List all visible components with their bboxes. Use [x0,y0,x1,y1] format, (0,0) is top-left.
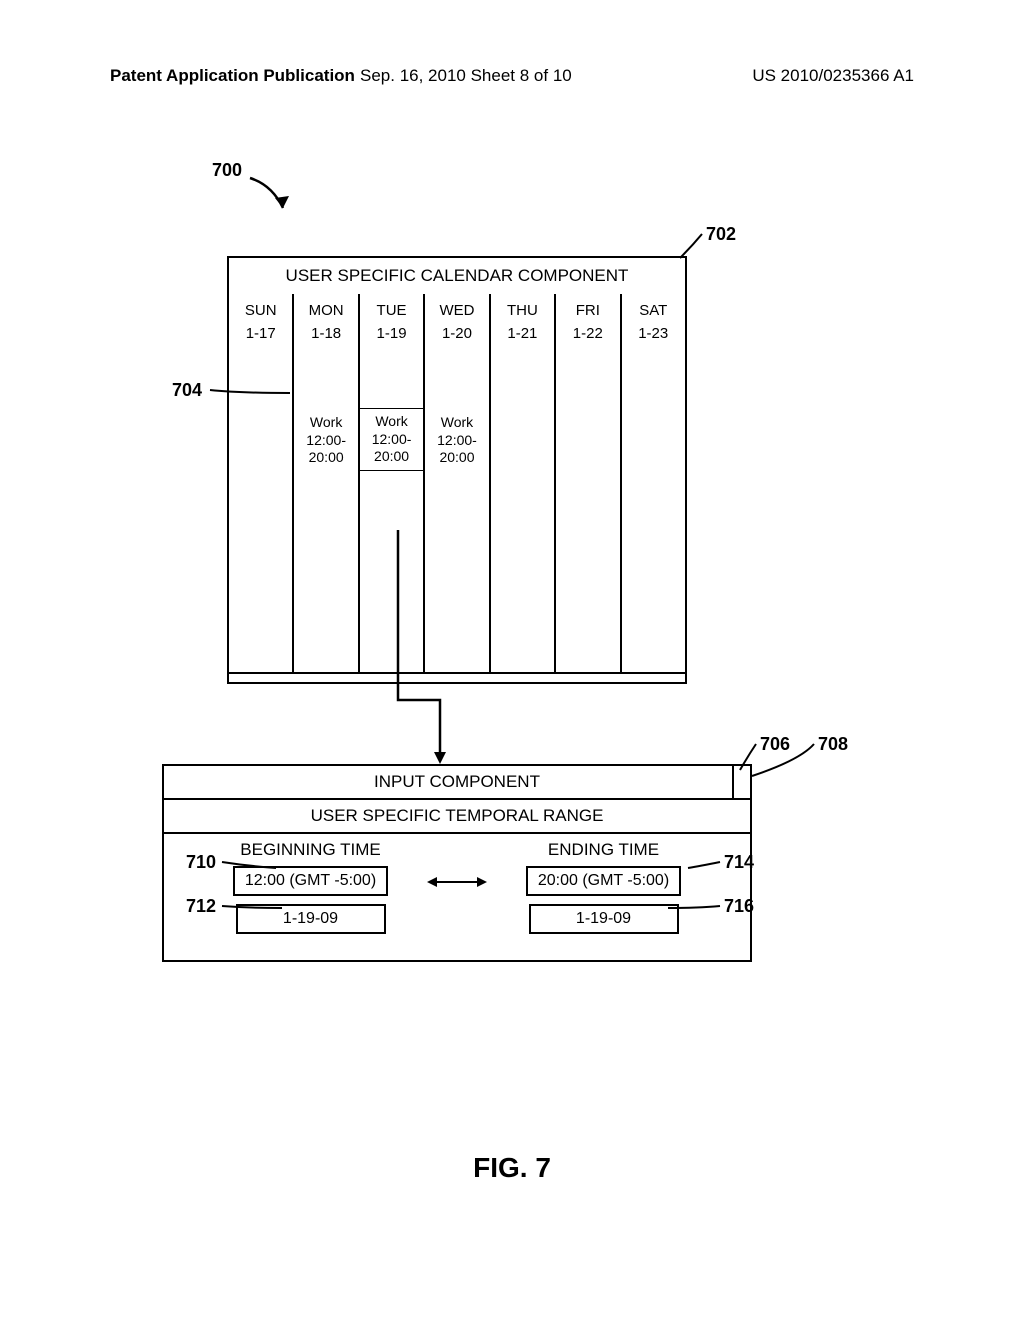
input-corner-box [732,766,750,798]
calendar-grid: SUN1-17MON1-18 Work12:00-20:00 TUE1-19 Work… [227,294,687,674]
end-time-box: 20:00 (GMT -5:00) [526,866,681,896]
day-date: 1-19 [360,319,423,344]
calendar-col-sun: SUN1-17 [229,294,294,672]
end-label: ENDING TIME [457,834,750,864]
begin-label: BEGINNING TIME [164,834,457,864]
input-title-row: INPUT COMPONENT [164,766,750,800]
figure-label: FIG. 7 [0,1152,1024,1184]
calendar-col-sat: SAT1-23 [622,294,685,672]
day-date: 1-17 [229,319,292,344]
ref-702: 702 [706,224,736,245]
day-body [491,344,554,672]
input-columns: BEGINNING TIME 12:00 (GMT -5:00) 1-19-09… [164,834,750,936]
day-body: Work12:00-20:00 [425,344,488,672]
calendar-col-mon: MON1-18 Work12:00-20:00 [294,294,359,672]
calendar-col-tue: TUE1-19 Work12:00-20:00 [360,294,425,672]
calendar-bottom-strip [227,674,687,684]
header-right: US 2010/0235366 A1 [752,66,914,86]
day-header: SAT [622,294,685,319]
begin-time-box: 12:00 (GMT -5:00) [233,866,388,896]
day-body: Work12:00-20:00 [360,344,423,672]
end-date-box: 1-19-09 [529,904,679,934]
calendar-col-fri: FRI1-22 [556,294,621,672]
page-header: Patent Application Publication Sep. 16, … [0,66,1024,86]
begin-column: BEGINNING TIME 12:00 (GMT -5:00) 1-19-09 [164,834,457,936]
header-left: Patent Application Publication [110,66,355,86]
calendar-event: Work12:00-20:00 [296,414,355,467]
header-mid: Sep. 16, 2010 Sheet 8 of 10 [360,66,572,86]
day-header: SUN [229,294,292,319]
begin-date-box: 1-19-09 [236,904,386,934]
ref-704: 704 [172,380,202,401]
day-date: 1-22 [556,319,619,344]
calendar-title: USER SPECIFIC CALENDAR COMPONENT [227,256,687,294]
day-body [622,344,685,672]
calendar-event: Work12:00-20:00 [359,408,424,471]
calendar-component: USER SPECIFIC CALENDAR COMPONENT SUN1-17… [227,256,687,684]
day-date: 1-21 [491,319,554,344]
ref-708: 708 [818,734,848,755]
ref-706: 706 [760,734,790,755]
input-subtitle: USER SPECIFIC TEMPORAL RANGE [164,800,750,834]
day-header: MON [294,294,357,319]
day-header: THU [491,294,554,319]
input-component: INPUT COMPONENT USER SPECIFIC TEMPORAL R… [162,764,752,962]
day-date: 1-20 [425,319,488,344]
day-date: 1-23 [622,319,685,344]
calendar-col-thu: THU1-21 [491,294,556,672]
double-arrow-icon [427,872,487,892]
day-body [229,344,292,672]
end-column: ENDING TIME 20:00 (GMT -5:00) 1-19-09 [457,834,750,936]
calendar-col-wed: WED1-20 Work12:00-20:00 [425,294,490,672]
day-header: TUE [360,294,423,319]
day-header: WED [425,294,488,319]
calendar-event: Work12:00-20:00 [427,414,486,467]
day-header: FRI [556,294,619,319]
day-body: Work12:00-20:00 [294,344,357,672]
input-title: INPUT COMPONENT [374,772,540,791]
day-body [556,344,619,672]
ref-700: 700 [212,160,242,181]
day-date: 1-18 [294,319,357,344]
